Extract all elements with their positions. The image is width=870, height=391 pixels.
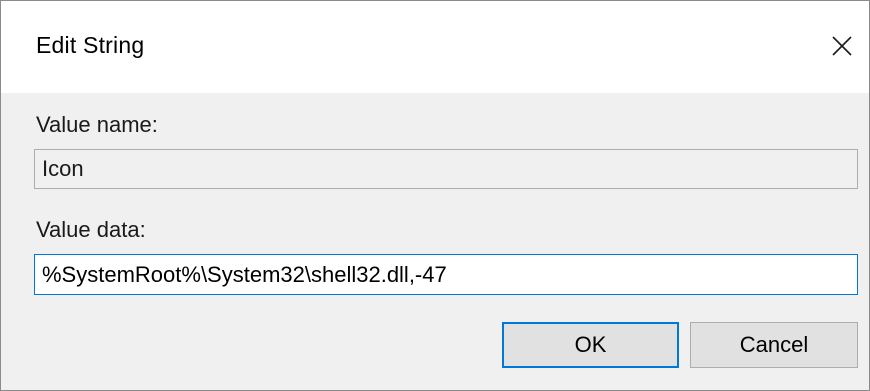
value-name-label: Value name: xyxy=(36,112,158,137)
edit-string-dialog: Edit String Value name: Value data: OK C… xyxy=(0,0,870,391)
value-data-label: Value data: xyxy=(36,217,146,242)
close-button[interactable] xyxy=(815,21,869,71)
close-icon xyxy=(832,36,852,56)
value-data-input[interactable] xyxy=(34,254,858,295)
title-bar: Edit String xyxy=(1,1,869,93)
dialog-title: Edit String xyxy=(36,32,145,58)
cancel-button[interactable]: Cancel xyxy=(690,322,858,368)
ok-button[interactable]: OK xyxy=(502,322,679,368)
value-name-field[interactable] xyxy=(34,149,858,189)
